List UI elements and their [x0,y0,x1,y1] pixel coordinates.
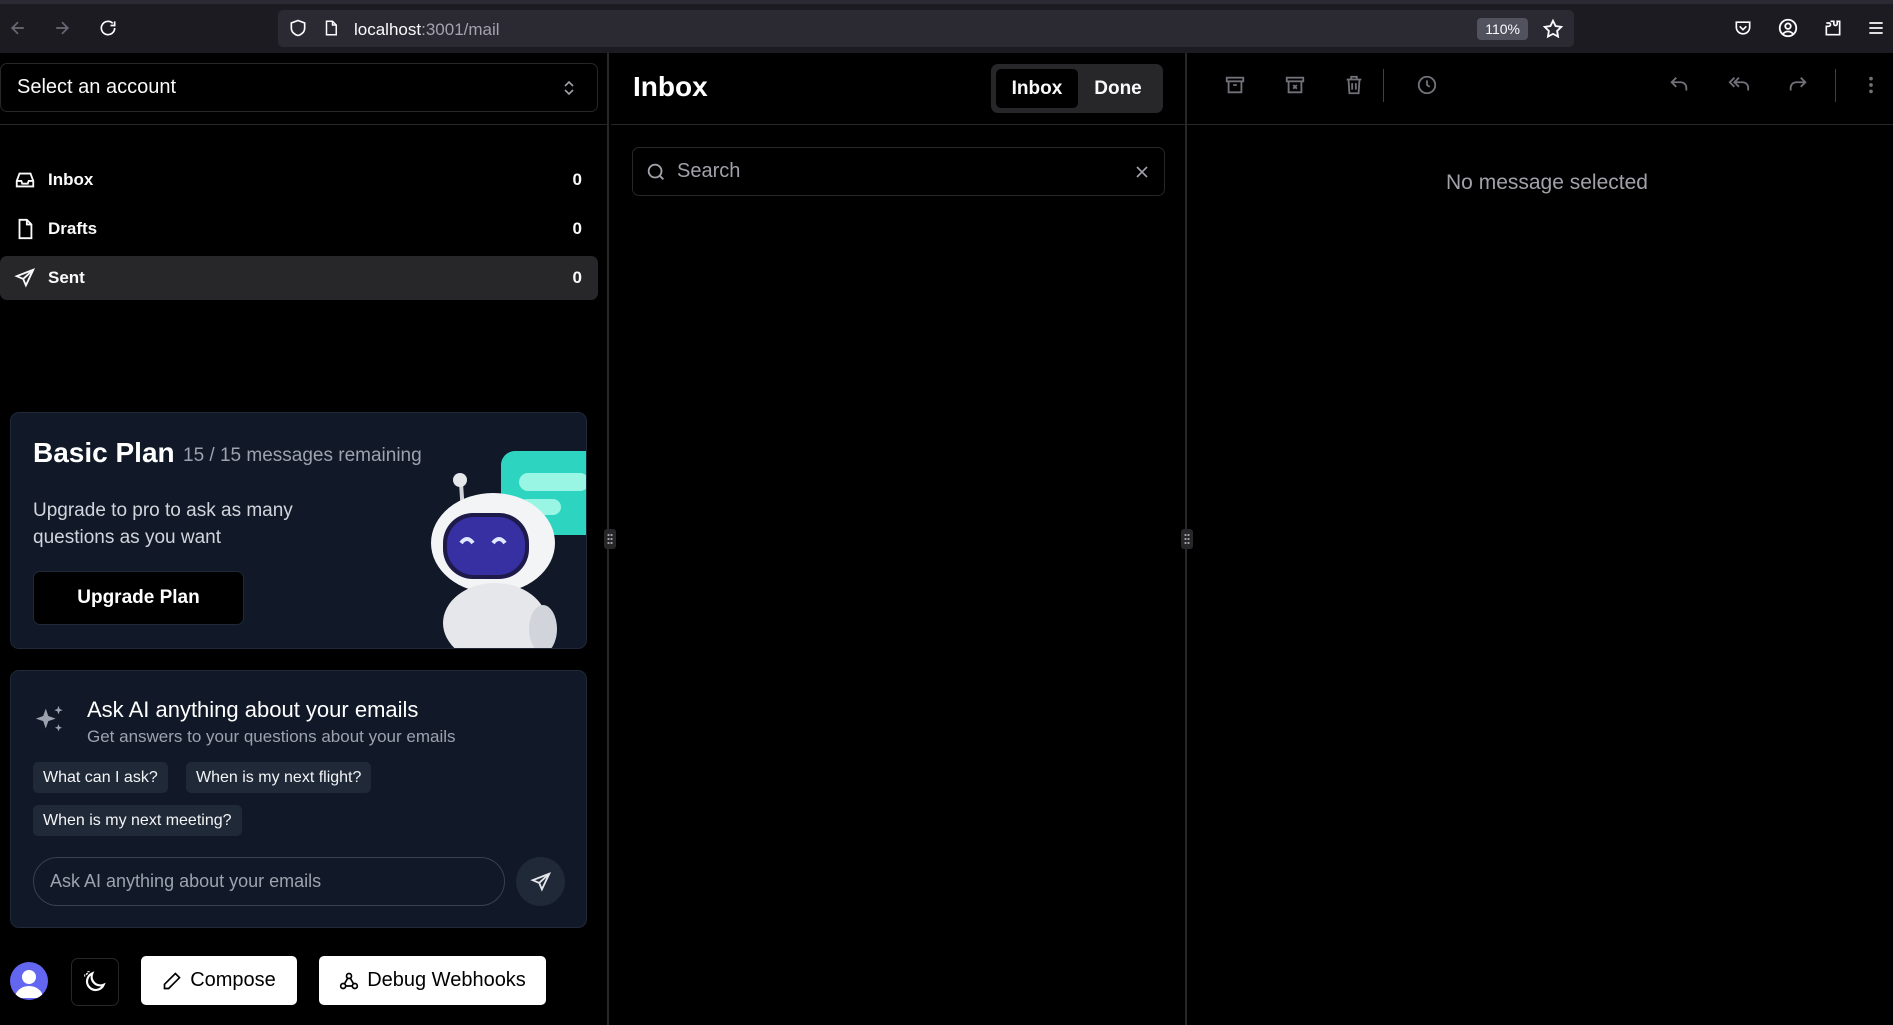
url-text[interactable]: localhost:3001/mail [354,20,500,40]
search-placeholder: Search [677,160,741,182]
star-icon[interactable] [1542,18,1564,40]
sidebar-divider [0,124,609,125]
ask-ai-placeholder: Ask AI anything about your emails [50,871,322,891]
debug-webhooks-button[interactable]: Debug Webhooks [319,956,546,1005]
suggestion-chip[interactable]: What can I ask? [33,762,168,793]
plan-remaining: 15 / 15 messages remaining [183,445,422,466]
plan-card: Basic Plan 15 / 15 messages remaining Up… [10,412,587,649]
archive-icon[interactable] [1221,71,1249,99]
empty-state-text: No message selected [1446,171,1648,194]
compose-label: Compose [190,969,276,991]
pencil-icon [163,971,181,989]
sidebar-item-label: Inbox [48,170,94,189]
mail-app: Select an account Inbox 0 Drafts 0 Sent [0,53,1893,1025]
reply-icon[interactable] [1665,71,1693,99]
reply-all-icon[interactable] [1725,71,1753,99]
webhook-icon [340,972,359,989]
ask-ai-subtitle: Get answers to your questions about your… [87,727,456,746]
sidebar-item-drafts[interactable]: Drafts 0 [0,207,598,251]
page-title: Inbox [633,71,708,102]
page-icon [322,18,340,38]
sidebar-item-count: 0 [572,219,582,238]
chevron-up-down-icon [561,79,577,97]
archive-x-icon[interactable] [1281,71,1309,99]
message-list-pane: Inbox Inbox Done Search [611,53,1187,1025]
close-icon[interactable] [1132,162,1152,182]
sidebar: Select an account Inbox 0 Drafts 0 Sent [0,53,609,1025]
sidebar-item-sent[interactable]: Sent 0 [0,256,598,300]
account-icon[interactable] [1774,14,1802,42]
sidebar-item-inbox[interactable]: Inbox 0 [0,158,598,202]
search-icon [647,163,664,180]
zoom-level[interactable]: 110% [1477,18,1528,40]
upgrade-plan-button[interactable]: Upgrade Plan [33,571,244,625]
detail-divider [1187,124,1893,125]
file-icon [14,218,36,240]
forward-icon[interactable] [1784,71,1812,99]
plan-description: Upgrade to pro to ask as many questions … [33,500,293,548]
plan-title: Basic Plan [33,437,175,468]
sidebar-item-label: Drafts [48,219,98,238]
avatar[interactable] [10,962,48,1000]
reload-icon[interactable] [94,14,122,42]
pocket-icon[interactable] [1729,14,1757,42]
account-select[interactable]: Select an account [0,63,598,112]
sidebar-item-count: 0 [572,170,582,189]
inbox-icon [14,169,36,191]
sidebar-item-count: 0 [572,268,582,287]
search-input[interactable]: Search [632,147,1165,196]
sidebar-item-label: Sent [48,268,85,287]
tab-done[interactable]: Done [1078,69,1158,108]
more-vertical-icon[interactable] [1857,71,1885,99]
debug-webhooks-label: Debug Webhooks [367,969,526,991]
moon-icon [84,971,106,992]
sparkles-icon [33,703,67,737]
url-bar[interactable]: localhost:3001/mail 110% [278,10,1574,47]
clock-icon[interactable] [1413,71,1441,99]
ask-ai-title: Ask AI anything about your emails [87,697,419,722]
compose-button[interactable]: Compose [141,956,297,1005]
browser-toolbar: localhost:3001/mail 110% [0,0,1893,53]
theme-toggle-button[interactable] [71,958,119,1006]
extensions-icon[interactable] [1819,14,1847,42]
suggestion-chip[interactable]: When is my next meeting? [33,805,242,836]
menu-icon[interactable] [1862,14,1890,42]
shield-icon[interactable] [288,18,308,38]
back-icon[interactable] [4,14,32,42]
trash-icon[interactable] [1340,71,1368,99]
forward-icon[interactable] [48,14,76,42]
suggestion-chip[interactable]: When is my next flight? [186,762,372,793]
toolbar-divider [1383,69,1384,102]
send-icon [529,871,551,892]
send-button[interactable] [516,857,565,906]
message-detail-pane: No message selected [1187,53,1893,1025]
robot-illustration [421,443,586,648]
tab-inbox[interactable]: Inbox [996,69,1078,108]
inbox-done-toggle: Inbox Done [991,64,1163,113]
account-select-label: Select an account [17,76,176,98]
ask-ai-input[interactable]: Ask AI anything about your emails [33,857,505,906]
toolbar-divider [1835,69,1836,102]
send-icon [14,267,36,289]
ask-ai-card: Ask AI anything about your emails Get an… [10,670,587,928]
user-icon [15,970,43,998]
list-divider [611,124,1187,125]
